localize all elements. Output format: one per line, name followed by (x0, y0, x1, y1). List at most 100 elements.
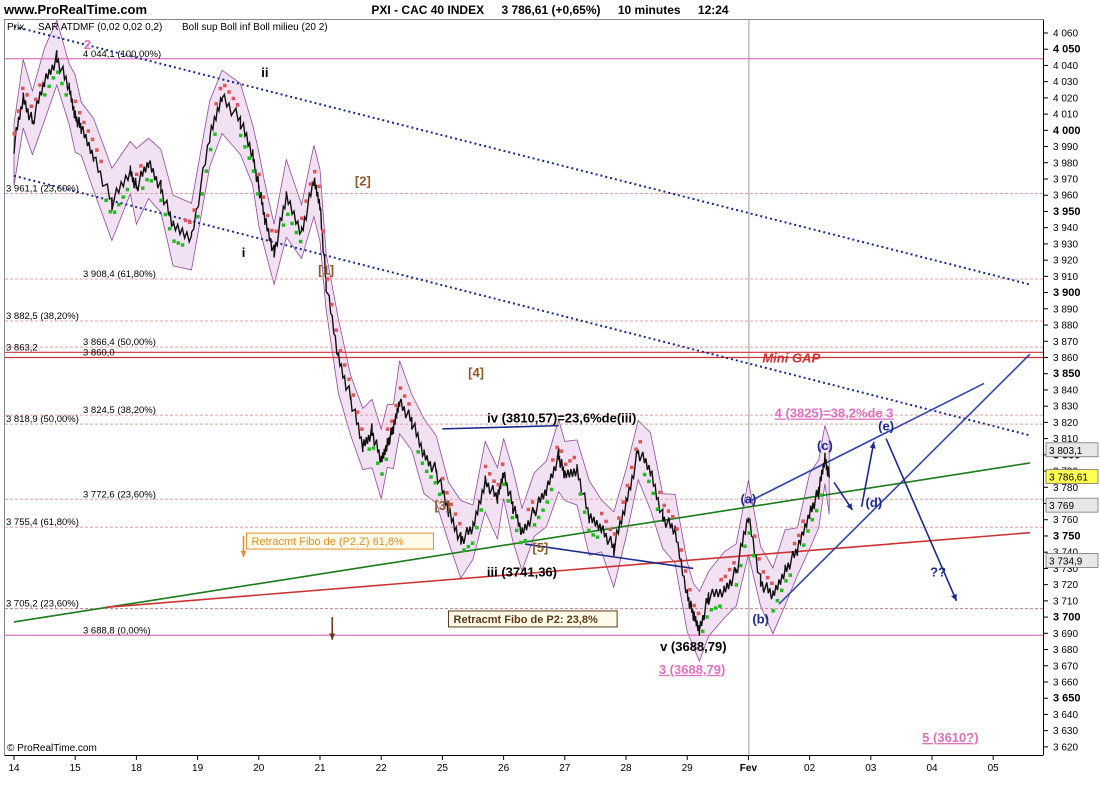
fib-level-label: 3 755,4 (61,80%) (6, 517, 79, 528)
sar-dot-up (108, 209, 113, 214)
sar-dot-up (256, 192, 260, 196)
y-tick-label: 3 700 (1053, 612, 1081, 624)
y-tick-label: 3 640 (1053, 710, 1078, 721)
x-tick-label: 18 (131, 763, 143, 774)
sar-dot-up (734, 583, 739, 587)
sar-dot-up (180, 243, 185, 247)
sar-dot-down (617, 516, 621, 520)
sar-dot-up (709, 608, 714, 612)
y-tick-label: 3 780 (1053, 483, 1078, 494)
legend-sar: SAR ATDMF (0,02 0,02 0,2) (38, 22, 162, 33)
sar-dot-down (227, 90, 231, 94)
fib-level-label: 3 818,9 (50,00%) (6, 414, 79, 425)
sar-dot-down (90, 137, 95, 142)
price-tag-label: 3 786,61 (1049, 473, 1088, 484)
sar-dot-down (265, 213, 270, 218)
sar-dot-down (608, 527, 613, 532)
sar-dot-up (747, 531, 752, 535)
y-tick-label: 3 680 (1053, 645, 1078, 656)
wave-annotation: (b) (752, 612, 769, 627)
y-tick-label: 3 830 (1053, 402, 1078, 413)
sar-dot-down (500, 462, 505, 466)
wave-annotation: (a) (740, 492, 756, 507)
sar-dot-down (555, 445, 559, 450)
wave-annotation: [5] (532, 540, 548, 555)
wave-annotation: iv (3810,57)=23,6%de(iii) (487, 410, 636, 425)
sar-dot-up (200, 192, 204, 196)
sar-dot-up (738, 563, 743, 568)
sar-dot-up (176, 241, 181, 245)
sar-dot-down (99, 159, 103, 164)
x-tick-label: 26 (498, 763, 510, 774)
y-tick-label: 4 010 (1053, 110, 1078, 121)
sar-dot-up (536, 515, 541, 520)
sar-dot-down (338, 349, 343, 353)
sar-dot-up (298, 239, 303, 244)
sar-dot-up (104, 198, 108, 203)
fib-level-label: 3 772,6 (23,60%) (83, 489, 156, 500)
sar-dot-down (347, 377, 351, 381)
sar-dot-down (568, 459, 572, 463)
fib-box-label: Retracmt Fibo de (P2.Z) 61,8% (252, 536, 404, 548)
sar-dot-up (466, 544, 471, 549)
sar-dot-down (770, 581, 774, 586)
sar-dot-up (290, 221, 294, 226)
sar-dot-down (551, 458, 555, 462)
sar-dot-down (407, 402, 411, 406)
wave-annotation: i (242, 245, 246, 260)
sar-dot-up (713, 606, 718, 610)
sar-dot-down (483, 464, 488, 469)
y-tick-label: 3 950 (1053, 206, 1081, 218)
x-tick-label: 27 (559, 763, 571, 774)
sar-dot-up (810, 517, 815, 522)
y-tick-label: 4 040 (1053, 61, 1078, 72)
sar-dot-up (238, 133, 243, 138)
sar-dot-down (801, 519, 805, 523)
sar-dot-up (64, 93, 69, 97)
sar-dot-down (666, 509, 671, 513)
y-tick-label: 4 030 (1053, 77, 1078, 88)
sar-dot-down (308, 182, 313, 186)
fib-level-label: 3 882,5 (38,20%) (6, 311, 79, 322)
y-tick-label: 3 660 (1053, 677, 1078, 688)
sar-dot-down (192, 208, 196, 212)
sar-dot-up (532, 523, 537, 527)
sar-dot-up (462, 548, 466, 552)
y-tick-label: 4 000 (1053, 125, 1081, 137)
sar-dot-down (683, 569, 688, 573)
wave-annotation: (e) (878, 418, 894, 433)
wave-annotation: Mini GAP (762, 350, 820, 365)
sar-dot-up (243, 145, 247, 149)
y-tick-label: 3 650 (1053, 693, 1081, 705)
wave-annotation: iii (3741,36) (487, 565, 557, 580)
wave-annotation: [2] (355, 173, 371, 188)
sar-dot-down (696, 611, 701, 616)
sar-dot-up (371, 446, 376, 450)
sar-dot-up (167, 226, 172, 231)
sar-dot-down (630, 465, 634, 470)
sar-dot-up (743, 544, 747, 549)
y-tick-label: 3 860 (1053, 353, 1078, 364)
x-tick-label: 14 (8, 763, 20, 774)
sar-dot-down (25, 93, 29, 97)
wave-annotation: [4] (468, 365, 484, 380)
sar-dot-down (679, 548, 684, 552)
sar-dot-down (398, 386, 403, 390)
x-tick-label: 04 (926, 763, 938, 774)
sar-dot-down (671, 514, 675, 519)
sar-dot-down (77, 110, 82, 115)
sar-dot-up (163, 212, 168, 217)
x-tick-label: 02 (804, 763, 816, 774)
y-tick-label: 3 840 (1053, 385, 1078, 396)
sar-dot-up (806, 529, 810, 533)
sar-dot-down (402, 394, 407, 398)
sar-dot-down (321, 229, 326, 233)
sar-dot-down (792, 541, 797, 546)
sar-dot-down (458, 521, 462, 526)
y-tick-label: 3 930 (1053, 239, 1078, 250)
sar-dot-up (642, 472, 647, 477)
sar-dot-down (625, 483, 630, 488)
sar-dot-up (213, 132, 217, 136)
sar-dot-up (141, 186, 145, 190)
sar-dot-up (587, 528, 591, 533)
